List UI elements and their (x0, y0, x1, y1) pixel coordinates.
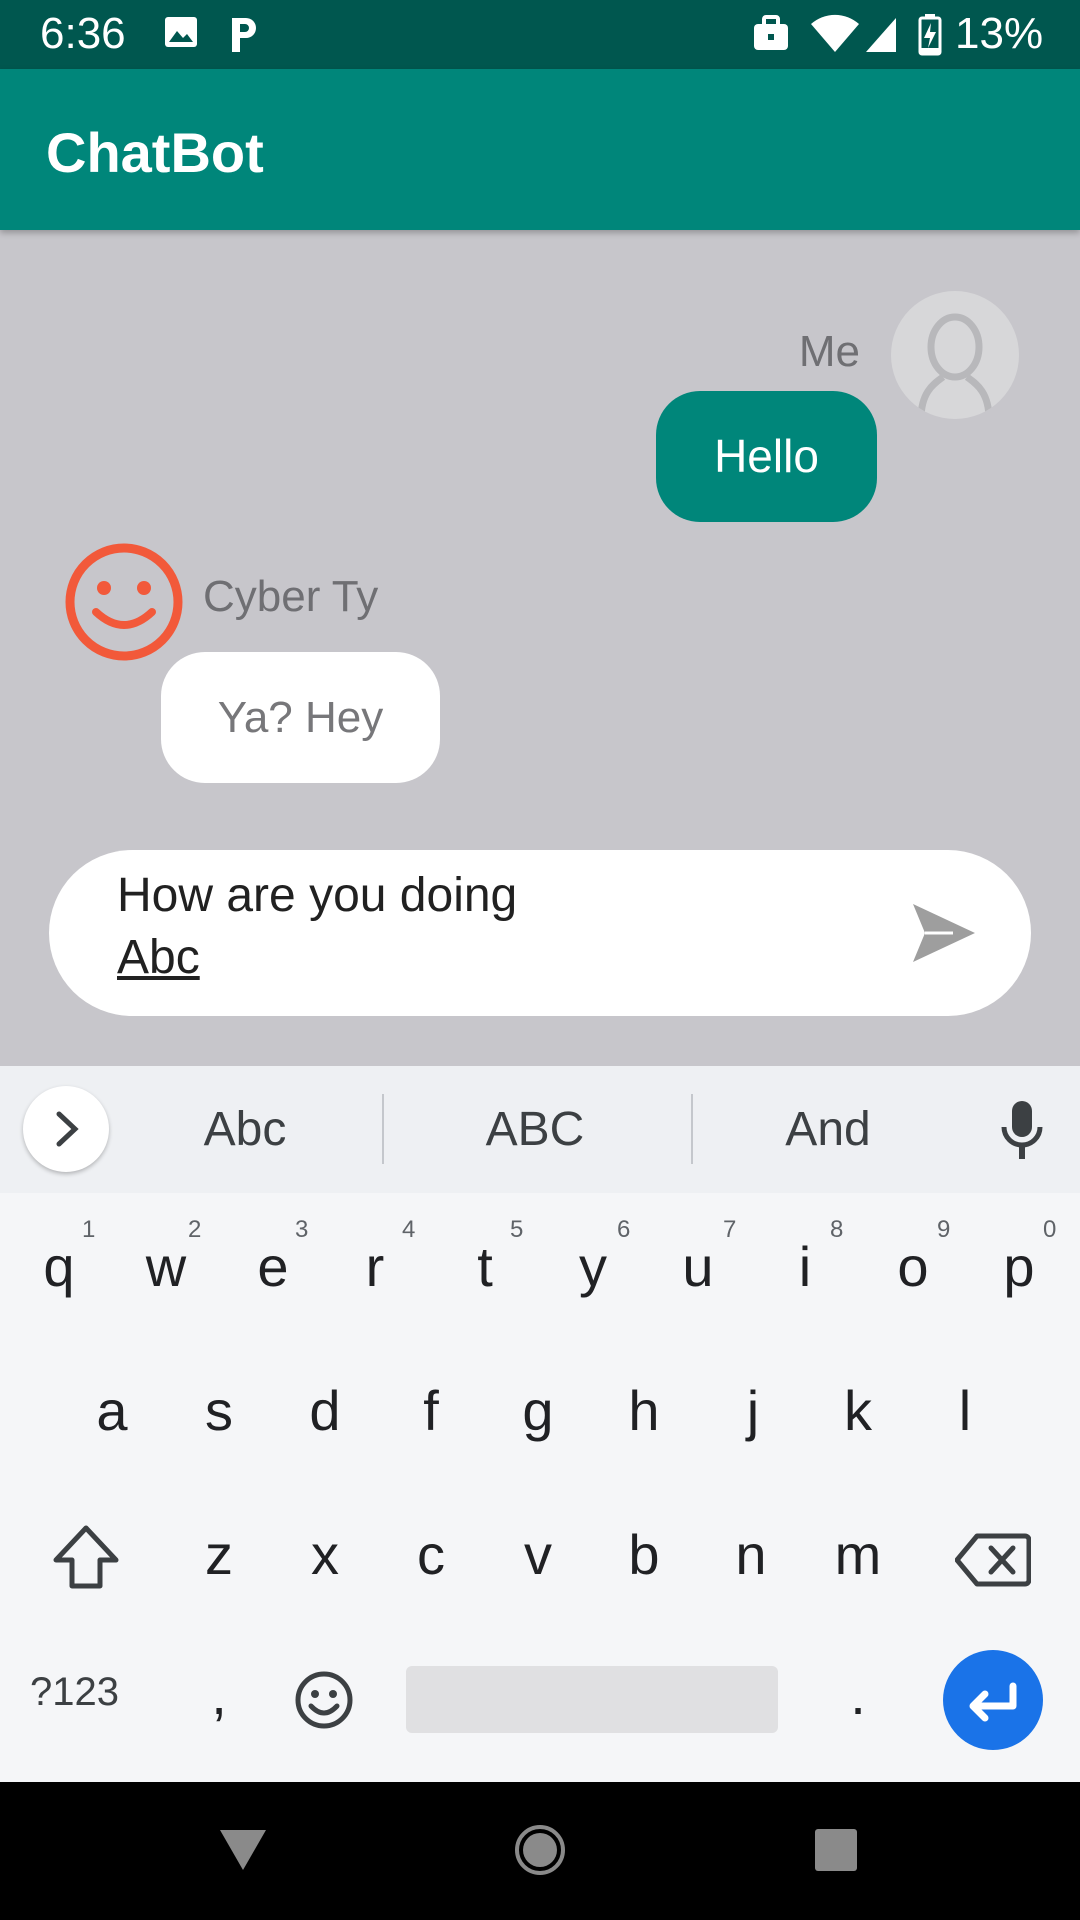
battery-charging-icon (918, 14, 942, 56)
key-g[interactable]: g (485, 1352, 591, 1470)
emoji-icon[interactable] (294, 1670, 354, 1730)
suggestion-divider (382, 1094, 384, 1164)
me-avatar (891, 291, 1019, 419)
status-time: 6:36 (40, 9, 126, 58)
me-message-bubble: Hello (656, 391, 877, 522)
key-hint-5: 5 (510, 1216, 524, 1243)
app-bar: ChatBot (0, 69, 1080, 230)
key-n[interactable]: n (698, 1496, 804, 1614)
suggestion-1[interactable]: Abc (180, 1096, 310, 1164)
key-c[interactable]: c (378, 1496, 484, 1614)
bot-sender-name: Cyber Ty (203, 572, 379, 621)
key-hint-3: 3 (295, 1216, 309, 1243)
key-hint-9: 9 (937, 1216, 951, 1243)
app-title: ChatBot (46, 121, 264, 184)
key-j[interactable]: j (700, 1352, 806, 1470)
key-b[interactable]: b (591, 1496, 697, 1614)
key-q[interactable]: q (6, 1208, 112, 1326)
key-e[interactable]: e (220, 1208, 326, 1326)
key-x[interactable]: x (272, 1496, 378, 1614)
key-f[interactable]: f (378, 1352, 484, 1470)
key-hint-8: 8 (830, 1216, 844, 1243)
image-icon (165, 17, 197, 47)
space-key[interactable] (406, 1666, 778, 1733)
key-hint-2: 2 (188, 1216, 202, 1243)
key-d[interactable]: d (272, 1352, 378, 1470)
wifi-icon (811, 14, 859, 53)
composing-word: Abc (117, 931, 200, 984)
bot-message-bubble: Ya? Hey (161, 652, 440, 783)
key-hint-7: 7 (723, 1216, 737, 1243)
navigation-bar (0, 1782, 1080, 1920)
suggestion-2[interactable]: ABC (470, 1096, 600, 1164)
key-period[interactable]: . (805, 1636, 911, 1754)
me-sender-name: Me (798, 327, 860, 376)
enter-icon (969, 1682, 1017, 1722)
battery-percentage: 13% (955, 9, 1044, 58)
key-l[interactable]: l (912, 1352, 1018, 1470)
suggestion-3[interactable]: And (763, 1096, 893, 1164)
recents-icon[interactable] (814, 1828, 858, 1872)
microphone-icon[interactable] (998, 1099, 1046, 1161)
chevron-right-icon (56, 1111, 79, 1147)
back-icon[interactable] (218, 1828, 268, 1872)
key-m[interactable]: m (805, 1496, 911, 1614)
signal-icon (866, 18, 896, 52)
enter-key[interactable] (943, 1650, 1043, 1750)
key-h[interactable]: h (591, 1352, 697, 1470)
key-z[interactable]: z (166, 1496, 272, 1614)
send-icon[interactable] (909, 900, 979, 966)
keyboard: Abc ABC And q w e r t y u i o p 1 2 3 4 … (0, 1066, 1080, 1782)
key-k[interactable]: k (805, 1352, 911, 1470)
message-input-text: How are you doing (117, 869, 518, 922)
person-placeholder-icon (917, 313, 993, 419)
symbols-key[interactable]: ?123 (30, 1662, 119, 1722)
chat-list[interactable]: Me Hello Cyber Ty Ya? Hey How are you do… (0, 230, 1080, 1066)
home-icon[interactable] (514, 1824, 566, 1876)
key-a[interactable]: a (59, 1352, 165, 1470)
suggestion-divider (691, 1094, 693, 1164)
shift-icon[interactable] (50, 1522, 122, 1594)
key-v[interactable]: v (485, 1496, 591, 1614)
key-hint-4: 4 (402, 1216, 416, 1243)
key-hint-6: 6 (617, 1216, 631, 1243)
backspace-icon[interactable] (955, 1532, 1031, 1588)
smiley-icon (65, 543, 183, 661)
key-hint-1: 1 (82, 1216, 96, 1243)
parking-icon (232, 18, 256, 52)
key-hint-0: 0 (1043, 1216, 1057, 1243)
key-w[interactable]: w (113, 1208, 219, 1326)
key-comma[interactable]: , (166, 1636, 272, 1754)
expand-toolbar-button[interactable] (23, 1086, 109, 1172)
status-bar: 6:36 13% (0, 0, 1080, 69)
key-s[interactable]: s (166, 1352, 272, 1470)
message-input[interactable]: How are you doing Abc (49, 850, 1031, 1016)
work-profile-icon (754, 15, 788, 50)
suggestion-strip: Abc ABC And (0, 1066, 1080, 1193)
